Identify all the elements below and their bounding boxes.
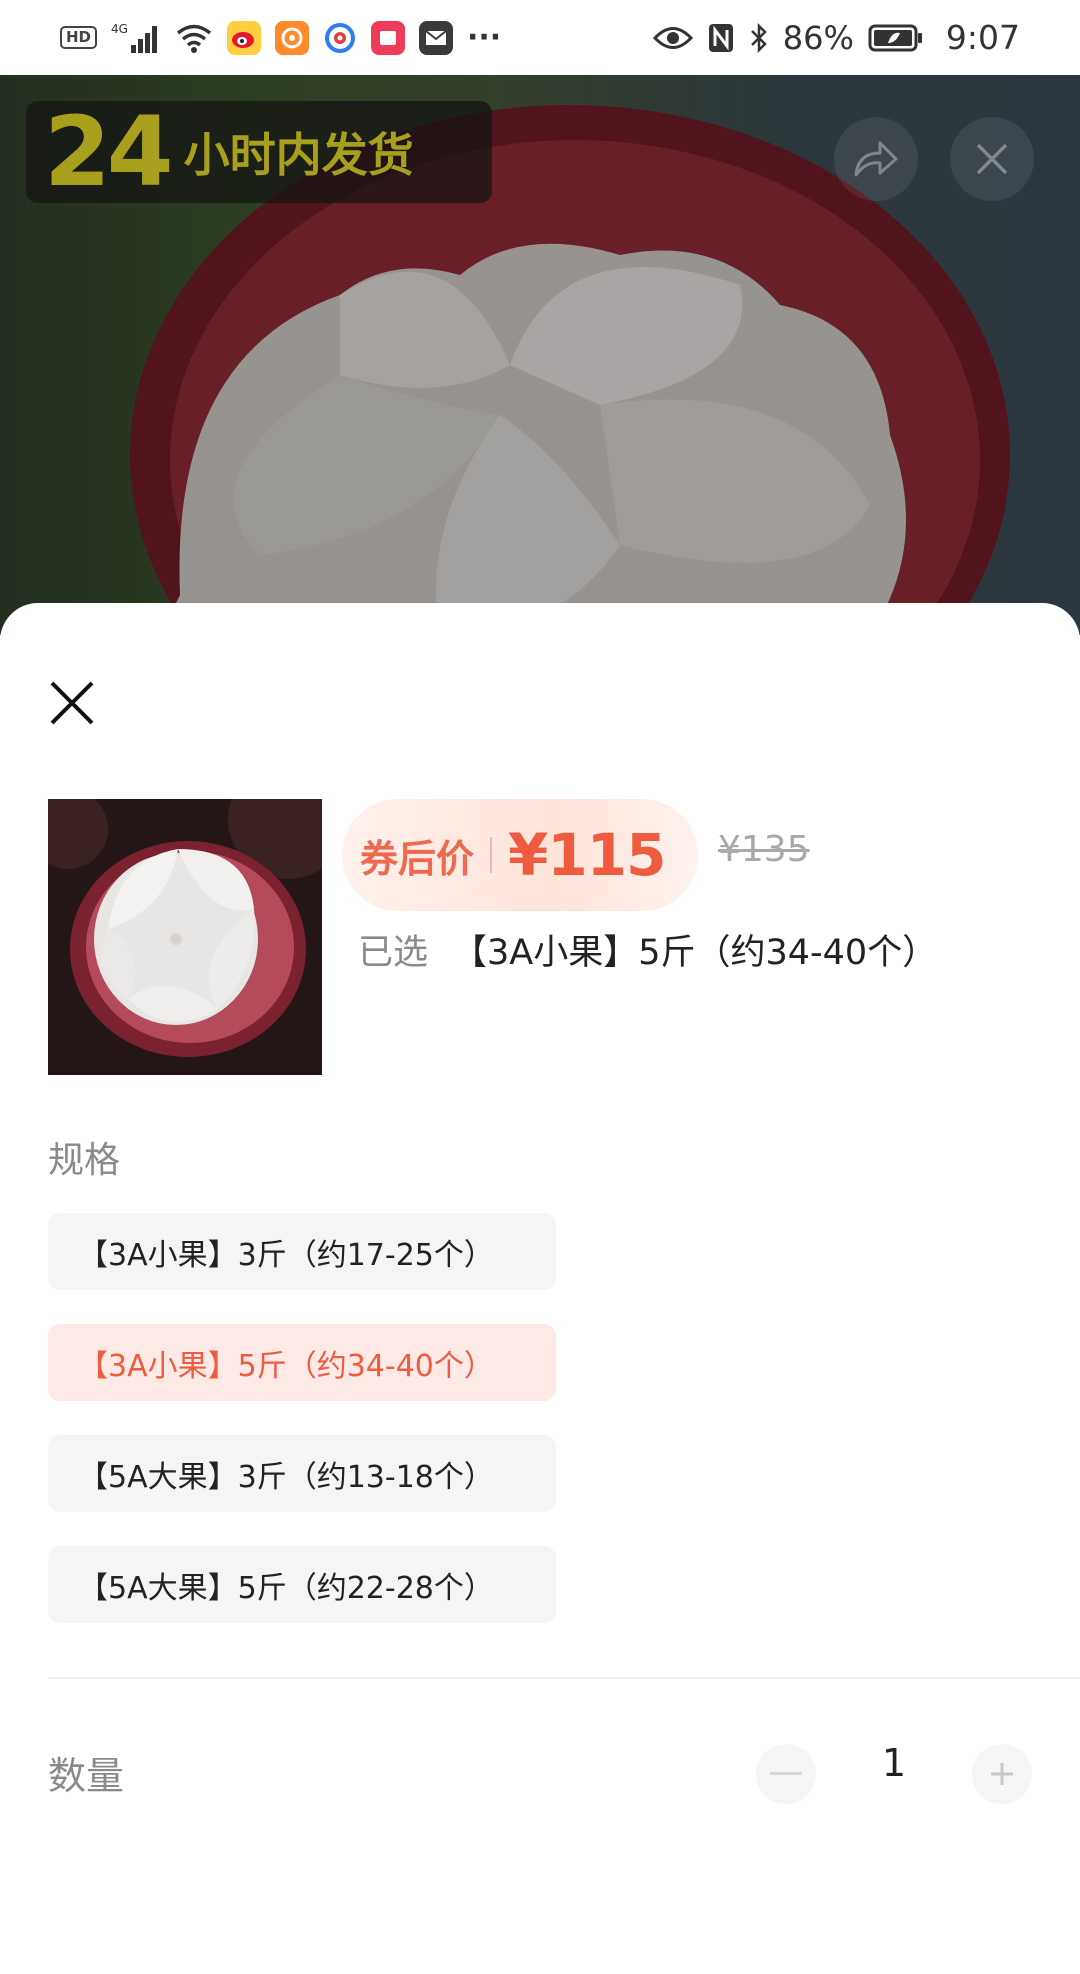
spec-option-3a-small-3jin[interactable]: 【3A小果】3斤（约17-25个） xyxy=(48,1213,556,1290)
sku-selector-sheet: 券后价 ¥115 ¥135 已选 【3A小果】5斤（约34-40个） 规格 【3… xyxy=(0,603,1080,1974)
section-divider xyxy=(48,1677,1080,1679)
shipping-badge-number: 24 xyxy=(44,96,174,208)
spec-option-5a-large-5jin[interactable]: 【5A大果】5斤（约22-28个） xyxy=(48,1546,556,1623)
sheet-close-button[interactable] xyxy=(44,675,100,731)
product-hero-image: 24 小时内发货 xyxy=(0,75,1080,635)
share-icon xyxy=(854,141,898,177)
original-price: ¥135 xyxy=(718,829,810,870)
more-icon: ··· xyxy=(467,20,502,55)
weibo-app-icon xyxy=(227,20,262,55)
clock: 9:07 xyxy=(945,18,1020,57)
hd-icon: HD xyxy=(60,26,98,49)
orange-app-icon xyxy=(275,20,310,55)
svg-text:4G: 4G xyxy=(111,22,128,36)
close-icon xyxy=(50,681,94,725)
plus-icon xyxy=(991,1763,1013,1785)
selected-value: 【3A小果】5斤（约34-40个） xyxy=(452,932,938,973)
mangosteen-thumbnail-image xyxy=(48,799,322,1075)
product-thumbnail[interactable] xyxy=(48,799,322,1075)
red-app-icon xyxy=(371,20,406,55)
coupon-price-label: 券后价 xyxy=(360,836,475,881)
quantity-label: 数量 xyxy=(48,1754,125,1798)
share-button[interactable] xyxy=(834,117,918,201)
quantity-increase-button[interactable] xyxy=(972,1744,1032,1804)
spec-options-list: 【3A小果】3斤（约17-25个） 【3A小果】5斤（约34-40个） 【5A大… xyxy=(48,1213,556,1623)
spec-section-title: 规格 xyxy=(48,1140,121,1181)
eye-icon xyxy=(652,25,693,51)
mail-app-icon xyxy=(419,20,454,55)
nfc-icon xyxy=(707,22,735,54)
status-bar: HD 4G ··· 86% 9:07 xyxy=(0,0,1080,75)
close-icon xyxy=(976,143,1008,175)
spec-option-5a-large-3jin[interactable]: 【5A大果】3斤（约13-18个） xyxy=(48,1435,556,1512)
shipping-badge: 24 小时内发货 xyxy=(26,101,492,203)
coupon-price-pill: 券后价 ¥115 xyxy=(342,799,698,911)
minus-icon xyxy=(770,1772,802,1775)
quantity-decrease-button[interactable] xyxy=(756,1744,816,1804)
shipping-badge-text: 小时内发货 xyxy=(183,128,414,182)
hero-close-button[interactable] xyxy=(950,117,1034,201)
battery-icon xyxy=(868,23,924,53)
status-right: 86% 9:07 xyxy=(652,18,1020,57)
selected-label: 已选 xyxy=(358,932,429,973)
price-separator xyxy=(490,837,493,873)
camera-app-icon xyxy=(323,21,357,55)
quantity-value[interactable]: 1 xyxy=(866,1741,922,1785)
coupon-price-value: ¥115 xyxy=(508,821,666,889)
signal-4g-icon: 4G xyxy=(111,21,161,55)
bluetooth-icon xyxy=(749,22,769,54)
spec-option-3a-small-5jin[interactable]: 【3A小果】5斤（约34-40个） xyxy=(48,1324,556,1401)
wifi-icon xyxy=(175,22,213,54)
selected-sku-row: 已选 【3A小果】5斤（约34-40个） xyxy=(358,921,937,977)
battery-percent: 86% xyxy=(782,18,854,57)
status-left: HD 4G ··· xyxy=(60,20,501,55)
